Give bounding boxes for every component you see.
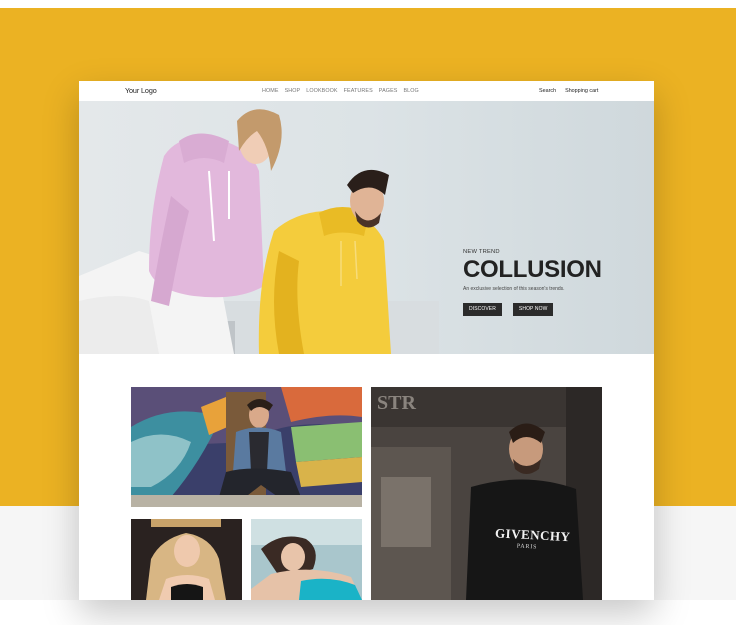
gallery-image-street-portrait[interactable]: STR GIVENCHY PARIS — [371, 387, 602, 600]
shop-now-button[interactable]: SHOP NOW — [512, 303, 554, 316]
site-logo[interactable]: Your Logo — [125, 86, 157, 95]
gallery-image-blonde-woman[interactable] — [131, 519, 242, 600]
shirt-print-text: GIVENCHY — [494, 525, 571, 545]
brunette-woman-photo — [251, 519, 362, 600]
graffiti-photo — [131, 387, 362, 507]
menu-item-shop[interactable]: SHOP — [285, 88, 301, 94]
hero-banner: NEW TREND COLLUSION An exclusive selecti… — [79, 101, 654, 354]
hero-headline: COLLUSION — [463, 256, 602, 283]
nav-actions: Search Shopping cart — [539, 88, 598, 94]
hero-subline: An exclusive selection of this season's … — [463, 286, 565, 292]
blonde-woman-photo — [131, 519, 242, 600]
street-portrait-photo: STR — [371, 387, 602, 600]
hero-copy: NEW TREND COLLUSION An exclusive selecti… — [463, 249, 602, 316]
hero-photo — [79, 109, 439, 354]
shopping-cart-link[interactable]: Shopping cart — [565, 88, 598, 94]
gallery-image-brunette-woman[interactable] — [251, 519, 362, 600]
search-link[interactable]: Search — [539, 88, 556, 94]
website-mockup: Your Logo HOME SHOP LOOKBOOK FEATURES PA… — [79, 81, 654, 600]
hero-buttons: DISCOVER SHOP NOW — [463, 303, 602, 316]
discover-button[interactable]: DISCOVER — [463, 303, 502, 316]
menu-item-pages[interactable]: PAGES — [379, 88, 398, 94]
svg-text:STR: STR — [377, 392, 416, 414]
menu-item-blog[interactable]: BLOG — [403, 88, 418, 94]
gallery-image-graffiti[interactable] — [131, 387, 362, 507]
main-menu: HOME SHOP LOOKBOOK FEATURES PAGES BLOG — [262, 88, 419, 94]
top-navigation: Your Logo HOME SHOP LOOKBOOK FEATURES PA… — [79, 81, 654, 101]
menu-item-features[interactable]: FEATURES — [344, 88, 373, 94]
menu-item-home[interactable]: HOME — [262, 88, 279, 94]
menu-item-lookbook[interactable]: LOOKBOOK — [306, 88, 337, 94]
hero-eyebrow: NEW TREND — [463, 249, 500, 255]
